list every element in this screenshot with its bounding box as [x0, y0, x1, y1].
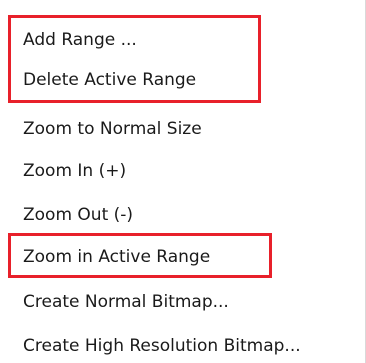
- menu-item-zoom-out[interactable]: Zoom Out (-): [23, 204, 133, 226]
- menu-item-add-range[interactable]: Add Range ...: [23, 29, 137, 51]
- menu-item-create-high-resolution-bitmap[interactable]: Create High Resolution Bitmap...: [23, 335, 301, 357]
- menu-item-delete-active-range[interactable]: Delete Active Range: [23, 69, 196, 91]
- context-menu: Add Range ... Delete Active Range Zoom t…: [0, 0, 366, 363]
- menu-item-zoom-in-active-range[interactable]: Zoom in Active Range: [23, 246, 210, 268]
- menu-item-zoom-to-normal-size[interactable]: Zoom to Normal Size: [23, 118, 202, 140]
- menu-item-create-normal-bitmap[interactable]: Create Normal Bitmap...: [23, 291, 229, 313]
- menu-item-zoom-in[interactable]: Zoom In (+): [23, 160, 126, 182]
